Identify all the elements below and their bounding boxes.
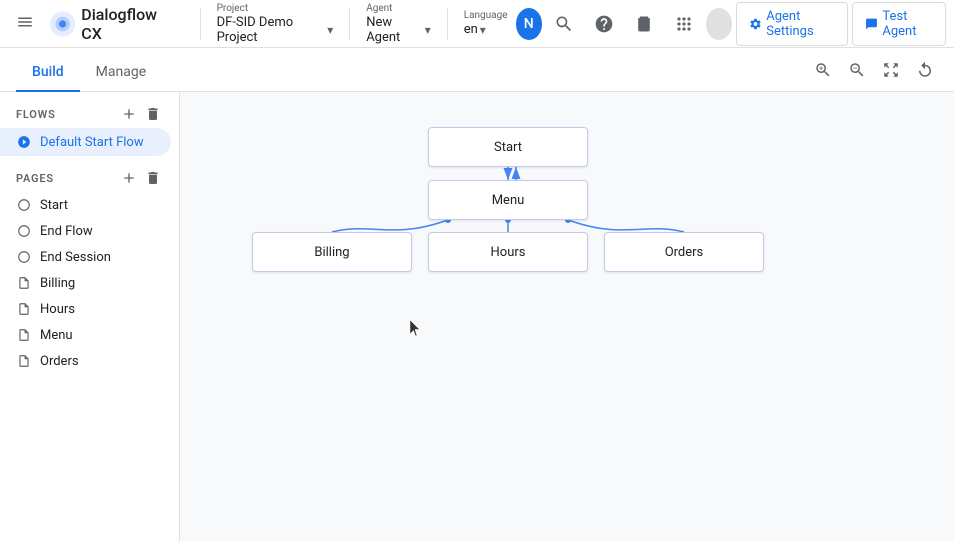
canvas[interactable]: Start Menu Billing Hours Orders: [180, 92, 954, 541]
agent-arrow-icon: ▾: [425, 23, 431, 37]
test-agent-button[interactable]: Test Agent: [852, 2, 946, 46]
reset-zoom-button[interactable]: [912, 57, 938, 83]
language-arrow-icon: ▾: [480, 23, 486, 37]
page-menu-label: Menu: [40, 328, 73, 343]
language-value: en: [464, 22, 478, 37]
delete-flow-button[interactable]: [143, 104, 163, 124]
agent-value: New Agent: [366, 15, 423, 45]
sidebar-item-end-session[interactable]: End Session: [0, 244, 179, 270]
main-layout: FLOWS Default Start Flow PAGES: [0, 92, 954, 541]
tab-build[interactable]: Build: [16, 54, 80, 92]
language-label: Language: [464, 10, 508, 21]
agent-settings-label: Agent Settings: [766, 9, 835, 39]
agent-select[interactable]: Agent New Agent ▾: [366, 3, 431, 45]
flow-name: Default Start Flow: [40, 135, 144, 150]
test-agent-label: Test Agent: [882, 9, 933, 39]
app-logo: Dialogflow CX: [50, 5, 172, 43]
agent-settings-button[interactable]: Agent Settings: [736, 2, 848, 46]
flows-section-header: FLOWS: [0, 92, 179, 128]
pages-label: PAGES: [16, 172, 54, 185]
menu-icon[interactable]: [8, 5, 42, 43]
topbar: Dialogflow CX Project DF-SID Demo Projec…: [0, 0, 954, 48]
project-label: Project: [217, 3, 334, 14]
apps-button[interactable]: [666, 6, 702, 42]
end-flow-page-icon: [16, 223, 32, 239]
sidebar-item-hours[interactable]: Hours: [0, 296, 179, 322]
pages-actions: [119, 168, 163, 188]
zoom-controls: [810, 57, 938, 91]
page-start-label: Start: [40, 198, 68, 213]
sidebar-item-start[interactable]: Start: [0, 192, 179, 218]
tabs-bar: Build Manage: [0, 48, 954, 92]
pages-section-header: PAGES: [0, 156, 179, 192]
page-end-session-label: End Session: [40, 250, 111, 265]
divider3: [447, 8, 448, 40]
tab-manage[interactable]: Manage: [80, 54, 162, 92]
node-billing[interactable]: Billing: [252, 232, 412, 272]
page-end-flow-label: End Flow: [40, 224, 93, 239]
orders-page-icon: [16, 353, 32, 369]
node-orders[interactable]: Orders: [604, 232, 764, 272]
sidebar-item-end-flow[interactable]: End Flow: [0, 218, 179, 244]
node-menu-label: Menu: [492, 193, 525, 208]
billing-page-icon: [16, 275, 32, 291]
flows-actions: [119, 104, 163, 124]
help-button[interactable]: [586, 6, 622, 42]
node-hours[interactable]: Hours: [428, 232, 588, 272]
delete-page-button[interactable]: [143, 168, 163, 188]
page-hours-label: Hours: [40, 302, 75, 317]
account-avatar[interactable]: [706, 8, 732, 40]
add-page-button[interactable]: [119, 168, 139, 188]
timer-button[interactable]: [626, 6, 662, 42]
divider: [200, 8, 201, 40]
agent-label: Agent: [366, 3, 431, 14]
search-button[interactable]: [546, 6, 582, 42]
app-title: Dialogflow CX: [81, 5, 171, 43]
avatar[interactable]: N: [516, 8, 542, 40]
node-menu[interactable]: Menu: [428, 180, 588, 220]
menu-page-icon: [16, 327, 32, 343]
topbar-right: N Agent Settings Test Agent: [516, 2, 946, 46]
hours-page-icon: [16, 301, 32, 317]
divider2: [349, 8, 350, 40]
add-flow-button[interactable]: [119, 104, 139, 124]
sidebar-item-billing[interactable]: Billing: [0, 270, 179, 296]
start-page-icon: [16, 197, 32, 213]
page-orders-label: Orders: [40, 354, 79, 369]
project-value: DF-SID Demo Project: [217, 15, 326, 45]
sidebar-item-default-start-flow[interactable]: Default Start Flow: [0, 128, 171, 156]
flows-label: FLOWS: [16, 108, 56, 121]
node-hours-label: Hours: [491, 245, 526, 260]
sidebar-item-orders[interactable]: Orders: [0, 348, 179, 374]
zoom-in-button[interactable]: [810, 57, 836, 83]
page-billing-label: Billing: [40, 276, 75, 291]
node-start[interactable]: Start: [428, 127, 588, 167]
flow-icon: [16, 134, 32, 150]
node-billing-label: Billing: [314, 245, 349, 260]
fit-screen-button[interactable]: [878, 57, 904, 83]
sidebar: FLOWS Default Start Flow PAGES: [0, 92, 180, 541]
language-select[interactable]: Language en ▾: [464, 10, 508, 37]
zoom-out-button[interactable]: [844, 57, 870, 83]
cursor-indicator: [410, 320, 422, 342]
node-start-label: Start: [494, 140, 522, 155]
project-arrow-icon: ▾: [327, 23, 333, 37]
project-select[interactable]: Project DF-SID Demo Project ▾: [217, 3, 334, 45]
node-orders-label: Orders: [665, 245, 704, 260]
sidebar-item-menu[interactable]: Menu: [0, 322, 179, 348]
end-session-page-icon: [16, 249, 32, 265]
